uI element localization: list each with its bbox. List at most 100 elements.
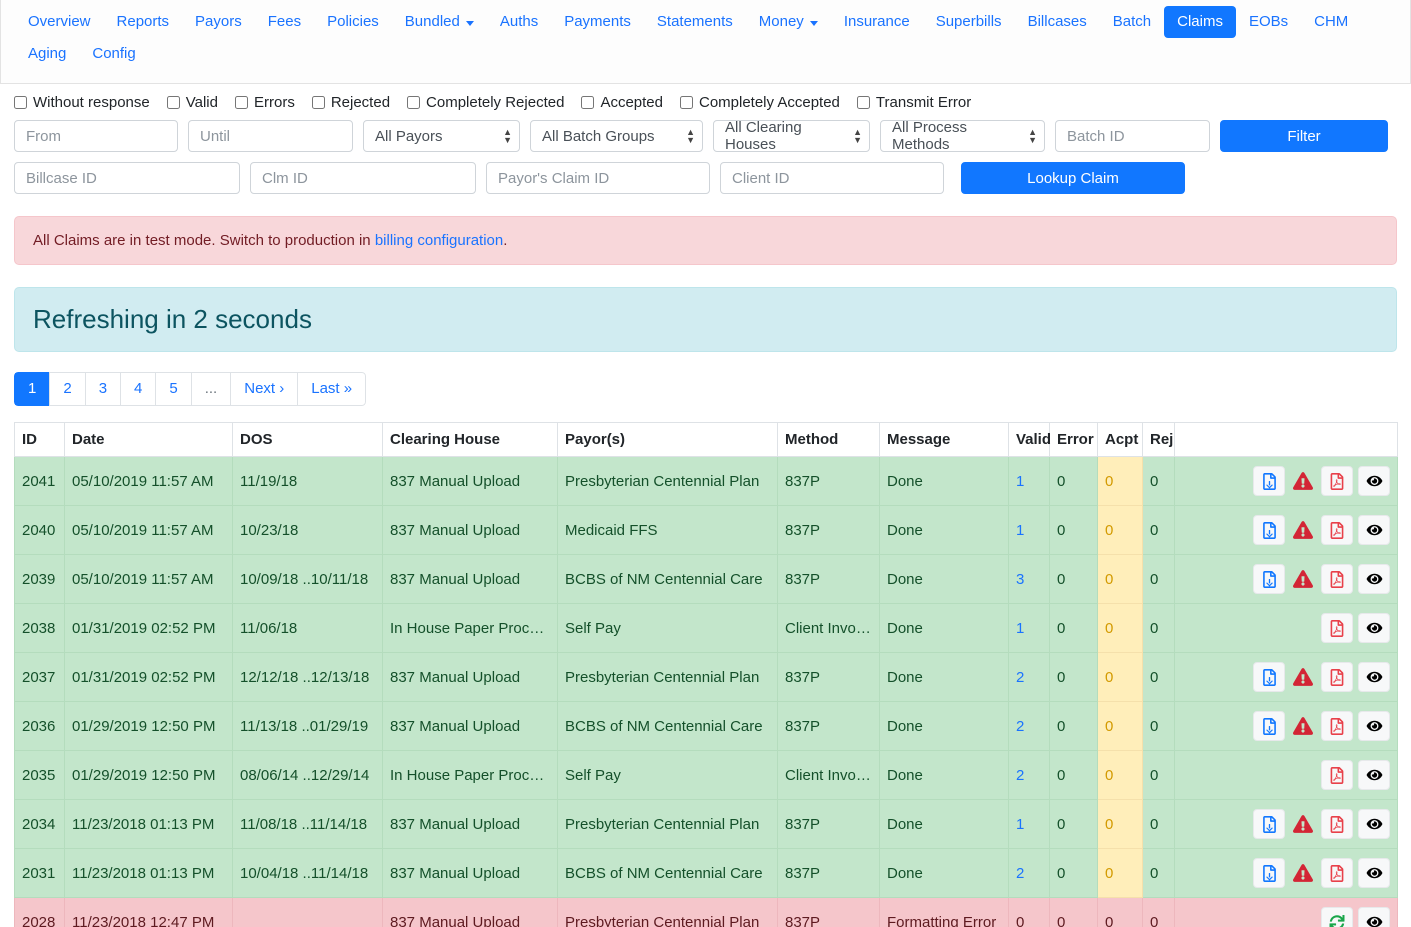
nav-item-config[interactable]: Config: [79, 38, 148, 70]
checkbox-errors[interactable]: Errors: [234, 94, 295, 111]
valid-count-link[interactable]: 2: [1016, 669, 1024, 686]
filter-button[interactable]: Filter: [1220, 120, 1388, 152]
payors-claim-id-input[interactable]: [486, 162, 710, 194]
table-row[interactable]: 2040 05/10/2019 11:57 AM 10/23/18 837 Manua…: [14, 505, 1398, 555]
checkbox-input[interactable]: [856, 96, 870, 109]
download-file-icon[interactable]: [1253, 809, 1285, 839]
nav-item-superbills[interactable]: Superbills: [923, 6, 1015, 38]
view-eye-icon[interactable]: [1358, 858, 1390, 888]
view-eye-icon[interactable]: [1358, 809, 1390, 839]
cell-valid[interactable]: 2: [1008, 848, 1050, 898]
pagination-item-2[interactable]: 2: [49, 372, 85, 406]
warning-triangle-icon[interactable]: [1290, 466, 1316, 496]
table-row[interactable]: 2035 01/29/2019 12:50 PM 08/06/14 ..12/29/…: [14, 750, 1398, 800]
download-file-icon[interactable]: [1253, 858, 1285, 888]
nav-item-insurance[interactable]: Insurance: [831, 6, 923, 38]
valid-count-link[interactable]: 2: [1016, 767, 1024, 784]
valid-count-link[interactable]: 2: [1016, 865, 1024, 882]
warning-triangle-icon[interactable]: [1290, 711, 1316, 741]
view-eye-icon[interactable]: [1358, 613, 1390, 643]
pdf-file-icon[interactable]: [1321, 809, 1353, 839]
view-eye-icon[interactable]: [1358, 711, 1390, 741]
process-methods-select[interactable]: All Process Methods: [880, 119, 1045, 153]
nav-item-policies[interactable]: Policies: [314, 6, 392, 38]
nav-item-fees[interactable]: Fees: [255, 6, 314, 38]
nav-item-aging[interactable]: Aging: [15, 38, 79, 70]
nav-item-money[interactable]: Money: [746, 6, 831, 38]
pagination-item-3[interactable]: 3: [84, 372, 121, 406]
checkbox-input[interactable]: [679, 96, 693, 109]
until-date-input[interactable]: [188, 120, 353, 152]
valid-count-link[interactable]: 1: [1016, 473, 1024, 490]
cell-valid[interactable]: 1: [1008, 505, 1050, 555]
cell-valid[interactable]: 3: [1008, 554, 1050, 604]
download-file-icon[interactable]: [1253, 711, 1285, 741]
pagination-item-1[interactable]: 1: [14, 372, 50, 406]
pagination-item-4[interactable]: 4: [120, 372, 156, 406]
cell-valid[interactable]: 2: [1008, 652, 1050, 702]
valid-count-link[interactable]: 1: [1016, 620, 1024, 637]
cell-valid[interactable]: 1: [1008, 456, 1050, 506]
pdf-file-icon[interactable]: [1321, 515, 1353, 545]
nav-item-chm[interactable]: CHM: [1301, 6, 1361, 38]
checkbox-completely-rejected[interactable]: Completely Rejected: [407, 94, 564, 111]
checkbox-input[interactable]: [407, 96, 421, 109]
checkbox-valid[interactable]: Valid: [166, 94, 218, 111]
table-row[interactable]: 2037 01/31/2019 02:52 PM 12/12/18 ..12/13/…: [14, 652, 1398, 702]
pagination-item-next[interactable]: Next ›: [230, 372, 298, 406]
nav-item-auths[interactable]: Auths: [487, 6, 551, 38]
cell-valid[interactable]: 2: [1008, 750, 1050, 800]
warning-triangle-icon[interactable]: [1290, 515, 1316, 545]
view-eye-icon[interactable]: [1358, 515, 1390, 545]
pdf-file-icon[interactable]: [1321, 466, 1353, 496]
download-file-icon[interactable]: [1253, 466, 1285, 496]
clm-id-input[interactable]: [250, 162, 476, 194]
from-date-input[interactable]: [14, 120, 178, 152]
batch-groups-select[interactable]: All Batch Groups: [530, 120, 703, 152]
checkbox-completely-accepted[interactable]: Completely Accepted: [679, 94, 840, 111]
checkbox-accepted[interactable]: Accepted: [581, 94, 663, 111]
pdf-file-icon[interactable]: [1321, 613, 1353, 643]
nav-item-claims[interactable]: Claims: [1164, 6, 1236, 38]
checkbox-without-response[interactable]: Without response: [14, 94, 150, 111]
valid-count-link[interactable]: 3: [1016, 571, 1024, 588]
checkbox-input[interactable]: [581, 96, 595, 109]
view-eye-icon[interactable]: [1358, 907, 1390, 927]
pdf-file-icon[interactable]: [1321, 711, 1353, 741]
pagination-item-5[interactable]: 5: [155, 372, 191, 406]
lookup-claim-button[interactable]: Lookup Claim: [961, 162, 1185, 194]
payors-select[interactable]: All Payors: [363, 120, 520, 152]
table-row[interactable]: 2039 05/10/2019 11:57 AM 10/09/18 ..10/11/…: [14, 554, 1398, 604]
pdf-file-icon[interactable]: [1321, 760, 1353, 790]
checkbox-input[interactable]: [234, 96, 248, 109]
cell-valid[interactable]: 2: [1008, 701, 1050, 751]
batch-id-input[interactable]: [1055, 120, 1210, 152]
view-eye-icon[interactable]: [1358, 662, 1390, 692]
checkbox-transmit-error[interactable]: Transmit Error: [856, 94, 971, 111]
table-row[interactable]: 2038 01/31/2019 02:52 PM 11/06/18 In House …: [14, 603, 1398, 653]
download-file-icon[interactable]: [1253, 515, 1285, 545]
download-file-icon[interactable]: [1253, 564, 1285, 594]
warning-triangle-icon[interactable]: [1290, 662, 1316, 692]
pdf-file-icon[interactable]: [1321, 858, 1353, 888]
view-eye-icon[interactable]: [1358, 564, 1390, 594]
clearing-houses-select[interactable]: All Clearing Houses: [713, 119, 870, 153]
pdf-file-icon[interactable]: [1321, 662, 1353, 692]
nav-item-eobs[interactable]: EOBs: [1236, 6, 1301, 38]
warning-triangle-icon[interactable]: [1290, 809, 1316, 839]
pdf-file-icon[interactable]: [1321, 564, 1353, 594]
warning-triangle-icon[interactable]: [1290, 858, 1316, 888]
nav-item-bundled[interactable]: Bundled: [392, 6, 487, 38]
nav-item-batch[interactable]: Batch: [1100, 6, 1164, 38]
table-row[interactable]: 2031 11/23/2018 01:13 PM 10/04/18 ..11/14/…: [14, 848, 1398, 898]
checkbox-rejected[interactable]: Rejected: [311, 94, 390, 111]
checkbox-input[interactable]: [166, 96, 180, 109]
valid-count-link[interactable]: 2: [1016, 718, 1024, 735]
checkbox-input[interactable]: [14, 96, 27, 109]
cell-valid[interactable]: 1: [1008, 603, 1050, 653]
view-eye-icon[interactable]: [1358, 466, 1390, 496]
table-row[interactable]: 2028 11/23/2018 12:47 PM 837 Manual Upload…: [14, 897, 1398, 927]
valid-count-link[interactable]: 1: [1016, 522, 1024, 539]
pagination-item-last[interactable]: Last »: [297, 372, 367, 406]
sync-refresh-icon[interactable]: [1321, 907, 1353, 927]
